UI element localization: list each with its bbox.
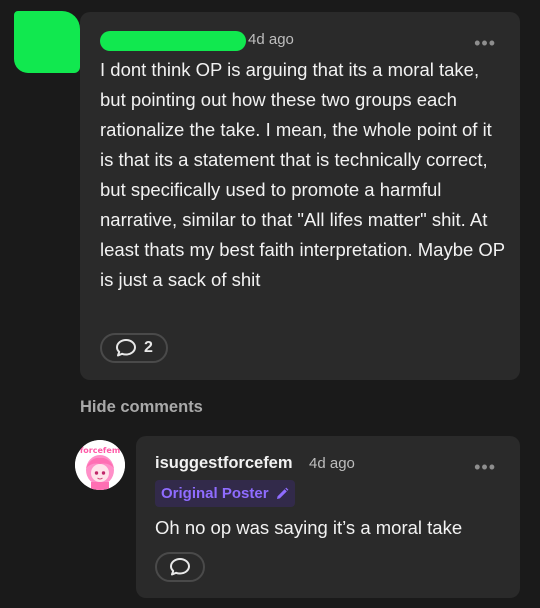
- avatar[interactable]: forcefem: [75, 440, 125, 490]
- comments-thread: 4d ago ••• I dont think OP is arguing th…: [0, 0, 540, 608]
- reply-timestamp: 4d ago: [309, 455, 355, 472]
- anime-avatar-image: forcefem: [75, 440, 125, 490]
- comment-timestamp: 4d ago: [248, 31, 294, 48]
- redacted-avatar[interactable]: [14, 11, 80, 73]
- reply-count: 2: [144, 339, 153, 356]
- reply-username[interactable]: isuggestforcefem: [155, 454, 293, 473]
- speech-bubble-icon: [116, 339, 137, 357]
- comment-body: I dont think OP is arguing that its a mo…: [100, 59, 505, 290]
- more-options-icon[interactable]: •••: [474, 458, 496, 476]
- reply-count-button[interactable]: 2: [100, 333, 168, 363]
- comment-card: 4d ago ••• I dont think OP is arguing th…: [80, 12, 520, 380]
- avatar-lettering: forcefem: [80, 446, 120, 455]
- reply-button[interactable]: [155, 552, 205, 582]
- reply-body: Oh no op was saying it’s a moral take: [155, 517, 463, 538]
- redacted-username[interactable]: [100, 31, 246, 51]
- speech-bubble-icon: [170, 558, 190, 576]
- reply-card: isuggestforcefem 4d ago ••• Original Pos…: [136, 436, 520, 598]
- more-options-icon[interactable]: •••: [474, 34, 496, 52]
- hide-comments-link[interactable]: Hide comments: [80, 398, 203, 417]
- pencil-icon: [276, 487, 288, 499]
- badge-label: Original Poster: [161, 485, 269, 502]
- original-poster-badge: Original Poster: [155, 480, 295, 507]
